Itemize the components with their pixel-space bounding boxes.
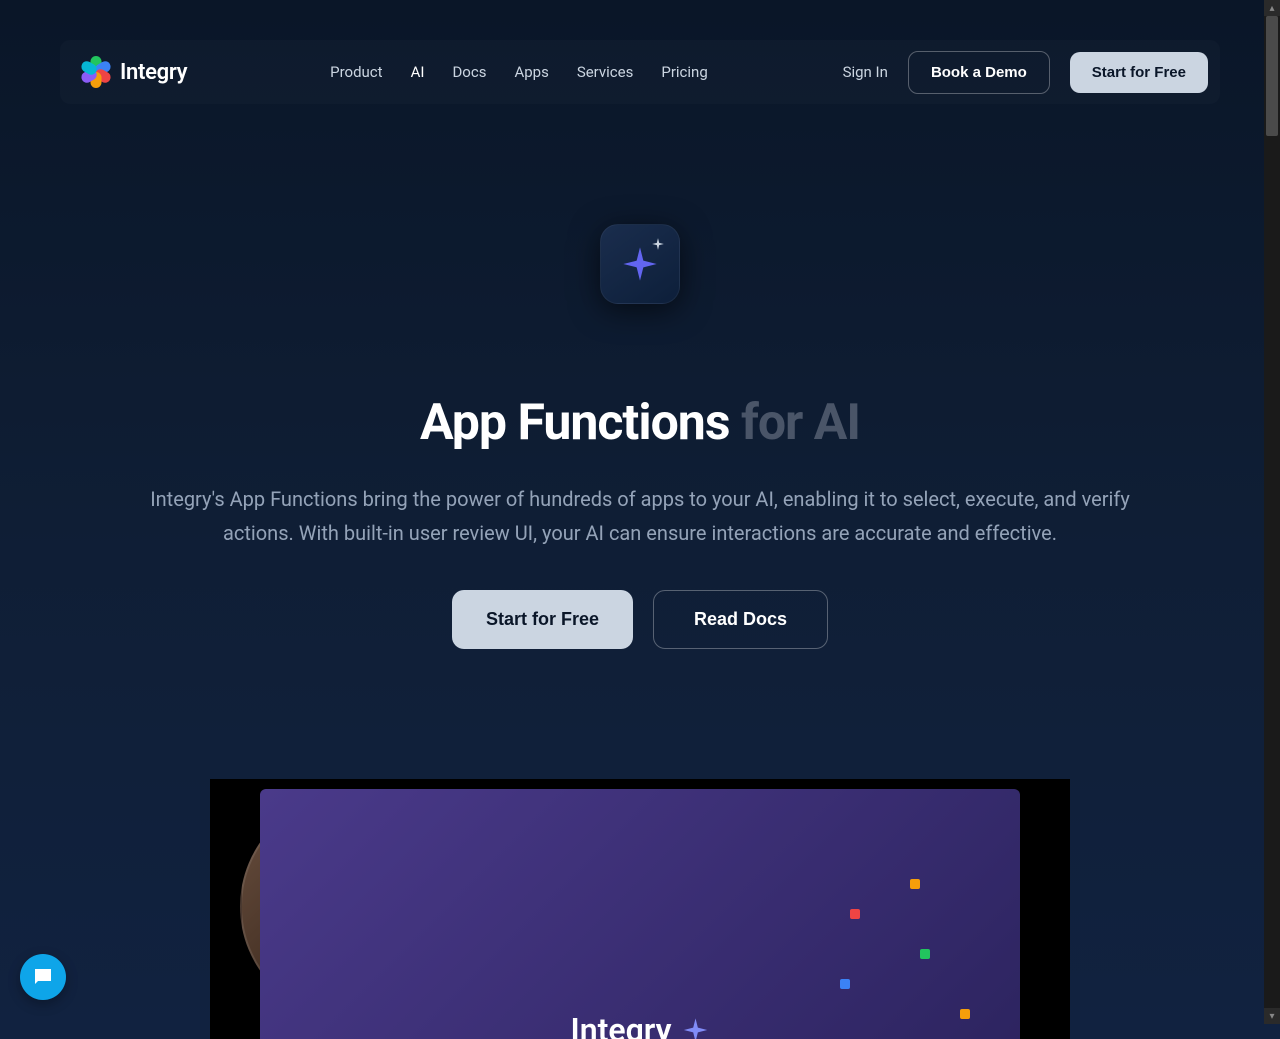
decorative-dot xyxy=(920,949,930,959)
brand-name: Integry xyxy=(120,60,187,85)
hero-title: App Functions for AI xyxy=(40,394,1240,452)
hero-title-muted: for AI xyxy=(730,394,861,452)
hero-sparkle-icon xyxy=(600,224,680,304)
video-player[interactable]: Integry xyxy=(210,779,1070,1039)
brand-logo[interactable]: Integry xyxy=(72,48,195,96)
start-free-nav-button[interactable]: Start for Free xyxy=(1070,52,1208,93)
scroll-down-button[interactable]: ▾ xyxy=(1264,1008,1280,1024)
read-docs-button[interactable]: Read Docs xyxy=(653,590,828,649)
scrollbar[interactable]: ▴ ▾ xyxy=(1264,0,1280,1024)
nav-link-pricing[interactable]: Pricing xyxy=(661,63,707,81)
decorative-dot xyxy=(910,879,920,889)
main-navigation: Integry Product AI Docs Apps Services Pr… xyxy=(60,40,1220,104)
video-section: Integry xyxy=(190,779,1090,1039)
hero-section: App Functions for AI Integry's App Funct… xyxy=(0,104,1280,709)
nav-link-docs[interactable]: Docs xyxy=(452,63,486,81)
nav-link-services[interactable]: Services xyxy=(577,63,634,81)
nav-link-apps[interactable]: Apps xyxy=(514,63,548,81)
start-free-hero-button[interactable]: Start for Free xyxy=(452,590,633,649)
scroll-up-button[interactable]: ▴ xyxy=(1264,0,1280,16)
nav-actions: Sign In Book a Demo Start for Free xyxy=(843,51,1208,94)
video-brand-overlay: Integry xyxy=(571,1011,710,1039)
chat-icon xyxy=(31,965,55,989)
book-demo-button[interactable]: Book a Demo xyxy=(908,51,1050,94)
logo-icon xyxy=(80,56,112,88)
nav-links: Product AI Docs Apps Services Pricing xyxy=(330,63,708,81)
scroll-thumb[interactable] xyxy=(1266,16,1278,136)
hero-description: Integry's App Functions bring the power … xyxy=(135,482,1145,550)
video-brand-text: Integry xyxy=(571,1011,672,1039)
hero-actions: Start for Free Read Docs xyxy=(40,590,1240,649)
decorative-dot xyxy=(850,909,860,919)
sign-in-link[interactable]: Sign In xyxy=(843,63,888,81)
hero-title-main: App Functions xyxy=(420,394,730,452)
video-preview: Integry xyxy=(260,789,1020,1039)
decorative-dot xyxy=(840,979,850,989)
nav-link-ai[interactable]: AI xyxy=(411,63,425,81)
decorative-dot xyxy=(960,1009,970,1019)
nav-link-product[interactable]: Product xyxy=(330,63,382,81)
chat-widget-button[interactable] xyxy=(20,954,66,1000)
